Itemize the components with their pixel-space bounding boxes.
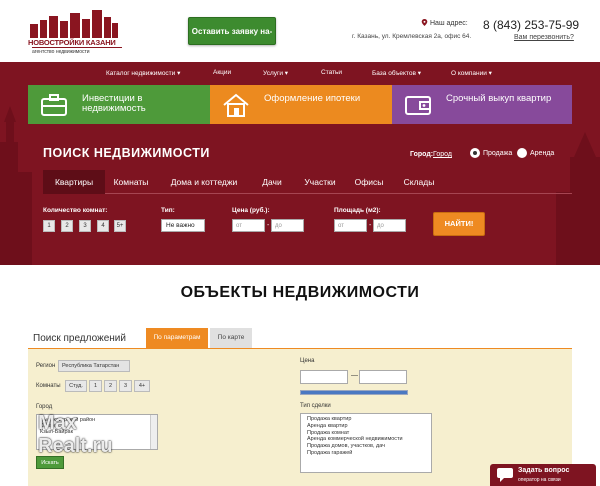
service-mortgage[interactable]: Оформление ипотеки <box>210 85 392 124</box>
tab-by-params[interactable]: По параметрам <box>146 328 208 348</box>
callback-link[interactable]: Вам перезвонить? <box>514 34 574 41</box>
nav-catalog[interactable]: Каталог недвижимости ▾ <box>106 69 180 77</box>
map-pin-icon <box>421 19 428 26</box>
tab-houses[interactable]: Дома и коттеджи <box>159 170 249 194</box>
watermark: Max <box>38 412 77 434</box>
city-label: Город <box>36 404 53 410</box>
tab-offices[interactable]: Офисы <box>345 170 393 194</box>
logo-name: НОВОСТРОЙКИ КАЗАНИ <box>28 38 116 47</box>
room-option[interactable]: 4+ <box>134 380 150 392</box>
price-from-input[interactable] <box>300 370 348 384</box>
watermark: Realt.ru <box>38 435 113 457</box>
tab-rooms[interactable]: Комнаты <box>105 170 157 194</box>
list-item[interactable]: Продажа гаражей <box>307 450 425 457</box>
list-item[interactable]: Продажа домов, участков, дач <box>307 443 425 450</box>
range-dash: — <box>351 372 358 379</box>
city-selector[interactable]: Город <box>433 151 452 158</box>
nav-promotions[interactable]: Акции <box>213 69 231 76</box>
service-investment[interactable]: Инвестиции в недвижимость <box>28 85 210 124</box>
room-option[interactable]: 3 <box>119 380 132 392</box>
range-dash: - <box>369 222 372 229</box>
search-band: Каталог недвижимости ▾ Акции Услуги ▾ Ст… <box>0 62 600 265</box>
search-title: ПОИСК НЕДВИЖИМОСТИ <box>43 146 210 160</box>
room-option[interactable]: 1 <box>89 380 102 392</box>
ask-question-widget[interactable]: Задать вопрос оператор на связи <box>490 464 596 486</box>
price-label: Цена <box>300 358 315 364</box>
leave-request-button[interactable]: Оставить заявку на- <box>188 17 276 45</box>
chat-icon <box>497 468 513 482</box>
price-label: Цена (руб.): <box>232 207 270 214</box>
find-button[interactable]: НАЙТИ! <box>433 212 485 236</box>
room-option[interactable]: Студ. <box>65 380 87 392</box>
sale-radio-label: Продажа <box>483 150 513 157</box>
nav-services[interactable]: Услуги ▾ <box>263 69 288 77</box>
ask-question-title: Задать вопрос <box>518 467 570 474</box>
services-row: Инвестиции в недвижимость Оформление ипо… <box>28 85 572 124</box>
region-label: Регион <box>36 363 56 369</box>
search-offers-button[interactable]: Искать <box>36 456 64 469</box>
rooms-label: Количество комнат: <box>43 207 108 214</box>
tab-plots[interactable]: Участки <box>295 170 345 194</box>
area-from-input[interactable]: от <box>334 219 367 232</box>
rooms-label: Комнаты <box>36 383 61 389</box>
logo-subtitle: агентство недвижимости <box>32 47 122 55</box>
address-text: г. Казань, ул. Кремлевская 2а, офис 64. <box>352 33 472 40</box>
area-to-input[interactable]: до <box>373 219 406 232</box>
nav-objects-db[interactable]: База объектов ▾ <box>372 69 421 77</box>
region-select[interactable]: Республика Татарстан <box>58 360 130 372</box>
rent-radio[interactable] <box>517 148 527 158</box>
type-label: Тип: <box>161 207 175 214</box>
room-option[interactable]: 5+ <box>114 220 126 232</box>
objects-title: ОБЪЕКТЫ НЕДВИЖИМОСТИ <box>180 284 420 301</box>
slider-fill <box>301 391 407 394</box>
tab-apartments[interactable]: Квартиры <box>43 170 105 194</box>
offer-search-panel: Поиск предложений По параметрам По карте… <box>28 328 572 486</box>
room-option[interactable]: 4 <box>97 220 109 232</box>
service-label: Инвестиции в недвижимость <box>82 93 146 114</box>
price-to-input[interactable]: до <box>271 219 304 232</box>
price-slider[interactable] <box>300 390 408 395</box>
type-select[interactable]: Не важно <box>161 219 205 232</box>
phone-number[interactable]: 8 (843) 253-75-99 <box>483 18 579 32</box>
scrollbar[interactable] <box>150 415 157 449</box>
nav-articles[interactable]: Статьи <box>321 69 342 76</box>
city-label: Город: <box>410 151 434 158</box>
service-buyout[interactable]: Срочный выкуп квартир <box>392 85 572 124</box>
sale-radio[interactable] <box>470 148 480 158</box>
price-from-input[interactable]: от <box>232 219 265 232</box>
list-item[interactable]: Аренда коммерческой недвижимости <box>307 436 425 443</box>
room-option[interactable]: 2 <box>104 380 117 392</box>
room-option[interactable]: 1 <box>43 220 55 232</box>
offer-search-title: Поиск предложений <box>33 333 126 344</box>
room-option[interactable]: 3 <box>79 220 91 232</box>
rent-radio-label: Аренда <box>530 150 555 157</box>
house-icon <box>223 93 249 117</box>
range-dash: - <box>267 222 270 229</box>
tab-warehouses[interactable]: Склады <box>393 170 445 194</box>
briefcase-icon <box>41 94 67 116</box>
tab-dachas[interactable]: Дачи <box>249 170 295 194</box>
area-label: Площадь (м2): <box>334 207 381 214</box>
address-label: Наш адрес: <box>430 20 468 27</box>
site-header: НОВОСТРОЙКИ КАЗАНИ агентство недвижимост… <box>0 0 600 62</box>
ask-question-subtitle: оператор на связи <box>518 477 561 483</box>
deal-type-list[interactable]: Продажа квартир Аренда квартир Продажа к… <box>300 413 432 473</box>
deal-type-label: Тип сделки <box>300 403 331 409</box>
service-label: Срочный выкуп квартир <box>446 93 552 104</box>
wallet-icon <box>405 96 431 115</box>
room-option[interactable]: 2 <box>61 220 73 232</box>
property-tabs: Квартиры Комнаты Дома и коттеджи Дачи Уч… <box>43 170 572 194</box>
logo[interactable]: НОВОСТРОЙКИ КАЗАНИ агентство недвижимост… <box>28 10 123 56</box>
skyline-logo-icon <box>30 10 118 38</box>
list-item[interactable]: Продажа квартир <box>307 416 425 423</box>
list-item[interactable]: Аренда квартир <box>307 423 425 430</box>
price-to-input[interactable] <box>359 370 407 384</box>
service-label: Оформление ипотеки <box>264 93 361 104</box>
tab-by-map[interactable]: По карте <box>210 328 252 348</box>
main-nav: Каталог недвижимости ▾ Акции Услуги ▾ Ст… <box>0 62 600 85</box>
nav-about[interactable]: О компании ▾ <box>451 69 492 77</box>
